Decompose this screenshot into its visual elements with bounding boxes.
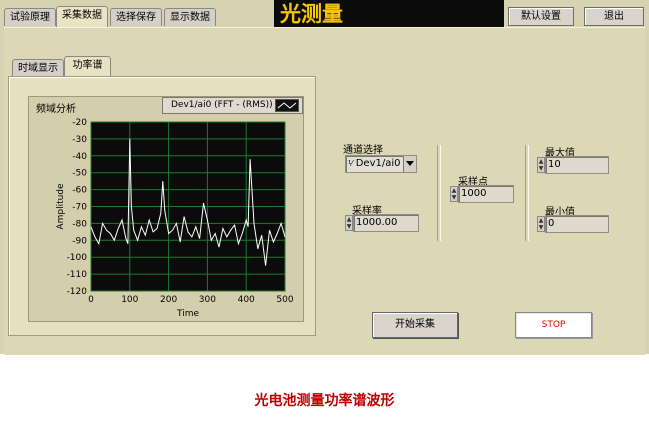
y-tick-label: -40 bbox=[72, 152, 87, 162]
y-tick-label: -30 bbox=[72, 135, 87, 145]
sample-rate-value[interactable]: 1000.00 bbox=[353, 214, 419, 232]
y-axis-label: Amplitude bbox=[56, 183, 66, 230]
start-acquisition-button[interactable]: 开始采集 bbox=[372, 312, 458, 338]
y-tick-label: -70 bbox=[72, 203, 87, 213]
sample-points-value[interactable]: 1000 bbox=[458, 185, 514, 203]
stop-button[interactable]: STOP bbox=[515, 312, 592, 338]
y-tick-label: -120 bbox=[67, 287, 88, 297]
channel-select-value: Dev1/ai0 bbox=[355, 158, 401, 169]
x-tick-label: 300 bbox=[199, 295, 216, 305]
y-tick-label: -60 bbox=[72, 186, 87, 196]
y-tick-label: -100 bbox=[67, 253, 88, 263]
figure-caption: 光电池测量功率谱波形 bbox=[254, 393, 395, 409]
sample-points-control[interactable]: ▲ ▼ 1000 bbox=[450, 185, 514, 203]
max-value-control[interactable]: ▲ ▼ 10 bbox=[537, 156, 609, 174]
x-tick-label: 200 bbox=[160, 295, 177, 305]
divider-1 bbox=[437, 145, 441, 241]
sample-points-spinner-icon[interactable]: ▲ ▼ bbox=[450, 186, 458, 202]
x-tick-label: 0 bbox=[88, 295, 94, 305]
max-value-spinner-icon[interactable]: ▲ ▼ bbox=[537, 157, 545, 173]
y-tick-label: -20 bbox=[72, 118, 87, 128]
x-tick-label: 500 bbox=[276, 295, 293, 305]
chevron-down-icon[interactable] bbox=[403, 156, 416, 172]
min-value-spinner-icon[interactable]: ▲ ▼ bbox=[537, 216, 545, 232]
x-axis-label: Time bbox=[176, 309, 199, 319]
y-tick-label: -80 bbox=[72, 219, 87, 229]
sample-rate-spinner-icon[interactable]: ▲ ▼ bbox=[345, 215, 353, 231]
channel-select-label: 通道选择 bbox=[343, 145, 383, 156]
divider-2 bbox=[525, 145, 529, 241]
channel-io-icon: ⅟ bbox=[348, 159, 353, 168]
channel-select[interactable]: ⅟ Dev1/ai0 bbox=[345, 155, 417, 173]
y-tick-label: -50 bbox=[72, 169, 87, 179]
x-tick-label: 400 bbox=[238, 295, 255, 305]
max-value-value[interactable]: 10 bbox=[545, 156, 609, 174]
min-value-control[interactable]: ▲ ▼ 0 bbox=[537, 215, 609, 233]
y-tick-label: -110 bbox=[67, 270, 88, 280]
y-tick-label: -90 bbox=[72, 236, 87, 246]
x-tick-label: 100 bbox=[121, 295, 138, 305]
min-value-value[interactable]: 0 bbox=[545, 215, 609, 233]
sample-rate-control[interactable]: ▲ ▼ 1000.00 bbox=[345, 214, 419, 232]
